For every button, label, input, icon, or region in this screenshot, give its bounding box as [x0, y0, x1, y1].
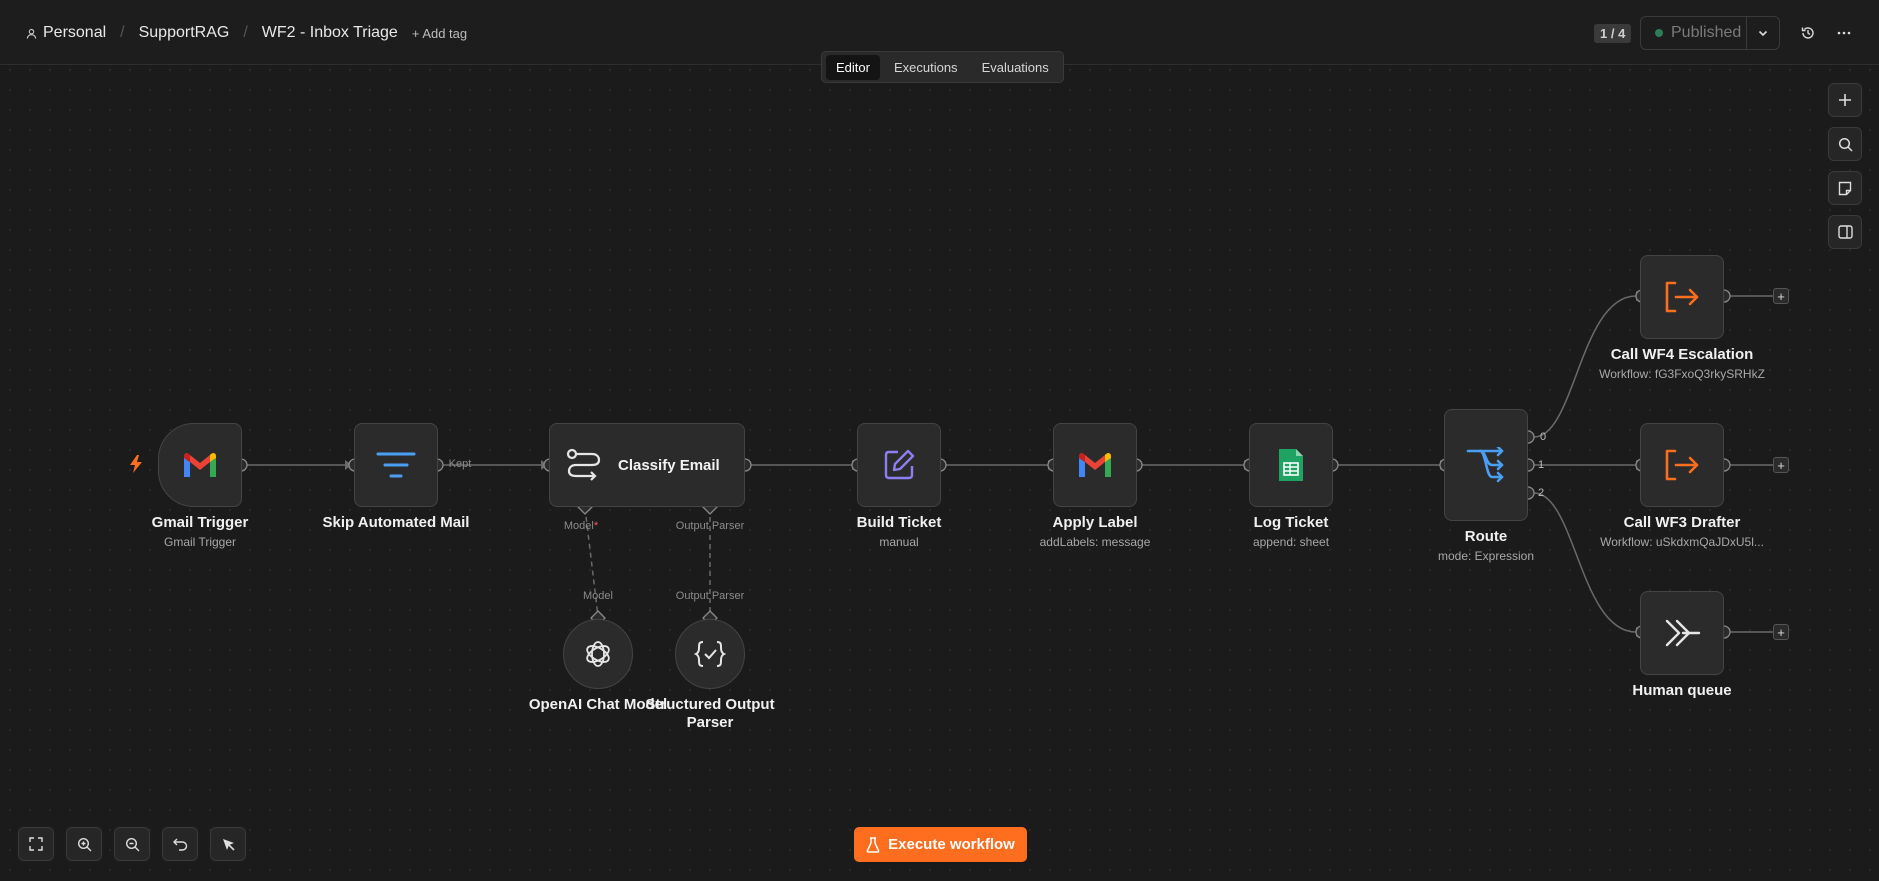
gmail-icon [1079, 452, 1111, 477]
node-openai-chat-model[interactable] [563, 619, 633, 689]
add-node-button[interactable]: + [1773, 288, 1789, 304]
output-index-2: 2 [1537, 487, 1545, 499]
execute-workflow-icon [1665, 449, 1699, 481]
node-title: Gmail Trigger [151, 514, 249, 531]
output-label-kept: Kept [448, 458, 472, 470]
flask-icon [866, 836, 880, 853]
search-nodes-button[interactable] [1828, 127, 1862, 161]
zoom-in-icon [77, 837, 91, 851]
node-title: Build Ticket [856, 514, 942, 531]
node-title: Skip Automated Mail [322, 514, 470, 531]
cursor-icon [222, 838, 235, 851]
node-gmail-trigger[interactable] [158, 423, 242, 507]
note-icon [1838, 181, 1852, 195]
connection [1533, 492, 1637, 633]
node-classify-email[interactable]: Classify Email [549, 423, 745, 507]
sub-port-label-model: Model* [564, 520, 598, 532]
edit-icon [884, 449, 915, 480]
node-subtitle: manual [879, 535, 919, 549]
node-title-line2: Parser [686, 714, 734, 731]
undo-button[interactable] [162, 827, 198, 861]
node-log-ticket[interactable] [1249, 423, 1333, 507]
node-title: Route [1464, 528, 1508, 545]
node-apply-label[interactable] [1053, 423, 1137, 507]
route-icon [566, 448, 601, 481]
add-node-button[interactable]: + [1773, 624, 1789, 640]
node-subtitle: Workflow: uSkdxmQaJDxU5l... [1600, 535, 1764, 549]
node-structured-output-parser[interactable] [675, 619, 745, 689]
panel-icon [1837, 225, 1853, 239]
execute-workflow-label: Execute workflow [888, 836, 1015, 853]
node-subtitle: Gmail Trigger [163, 535, 237, 549]
output-index-0: 0 [1539, 431, 1547, 443]
execute-workflow-icon [1665, 281, 1699, 313]
node-subtitle: mode: Expression [1437, 549, 1535, 563]
node-build-ticket[interactable] [857, 423, 941, 507]
switch-icon [1466, 447, 1504, 483]
zoom-out-button[interactable] [114, 827, 150, 861]
node-title: Human queue [1632, 682, 1732, 699]
node-human-queue[interactable] [1640, 591, 1724, 675]
toggle-panel-button[interactable] [1828, 215, 1862, 249]
node-subtitle: append: sheet [1252, 535, 1330, 549]
node-title: Call WF3 Drafter [1623, 514, 1741, 531]
trigger-bolt-icon [129, 455, 143, 478]
node-title: Classify Email [618, 456, 720, 474]
plus-icon [1839, 94, 1851, 106]
google-sheets-icon [1279, 449, 1303, 481]
fit-view-button[interactable] [18, 827, 54, 861]
port-label-output-parser: Output Parser [675, 590, 745, 602]
node-subtitle: addLabels: message [1039, 535, 1151, 549]
node-title: Log Ticket [1253, 514, 1329, 531]
undo-icon [172, 838, 187, 851]
braces-check-icon [694, 641, 726, 667]
node-subtitle: Workflow: fG3FxoQ3rkySRHkZ [1599, 367, 1765, 381]
output-index-1: 1 [1537, 459, 1545, 471]
node-route[interactable] [1444, 409, 1528, 521]
zoom-out-icon [125, 837, 139, 851]
add-sticky-note-button[interactable] [1828, 171, 1862, 205]
required-marker: * [593, 520, 599, 532]
node-skip-automated-mail[interactable] [354, 423, 438, 507]
add-node-side-button[interactable] [1828, 83, 1862, 117]
filter-icon [376, 452, 416, 478]
sub-port-label-output-parser: Output Parser [675, 520, 745, 532]
port-label-model: Model [583, 590, 613, 602]
search-icon [1838, 137, 1853, 152]
gmail-icon [184, 452, 216, 477]
zoom-in-button[interactable] [66, 827, 102, 861]
add-node-button[interactable]: + [1773, 457, 1789, 473]
node-title: Apply Label [1052, 514, 1138, 531]
model-label: Model [563, 520, 594, 532]
node-call-wf3-drafter[interactable] [1640, 423, 1724, 507]
selection-mode-button[interactable] [210, 827, 246, 861]
node-title: Call WF4 Escalation [1610, 346, 1754, 363]
no-op-arrow-icon [1665, 619, 1701, 647]
node-title: Structured Output [645, 696, 775, 713]
fit-view-icon [29, 837, 43, 851]
node-call-wf4-escalation[interactable] [1640, 255, 1724, 339]
openai-icon [586, 641, 610, 667]
execute-workflow-button[interactable]: Execute workflow [854, 827, 1027, 862]
